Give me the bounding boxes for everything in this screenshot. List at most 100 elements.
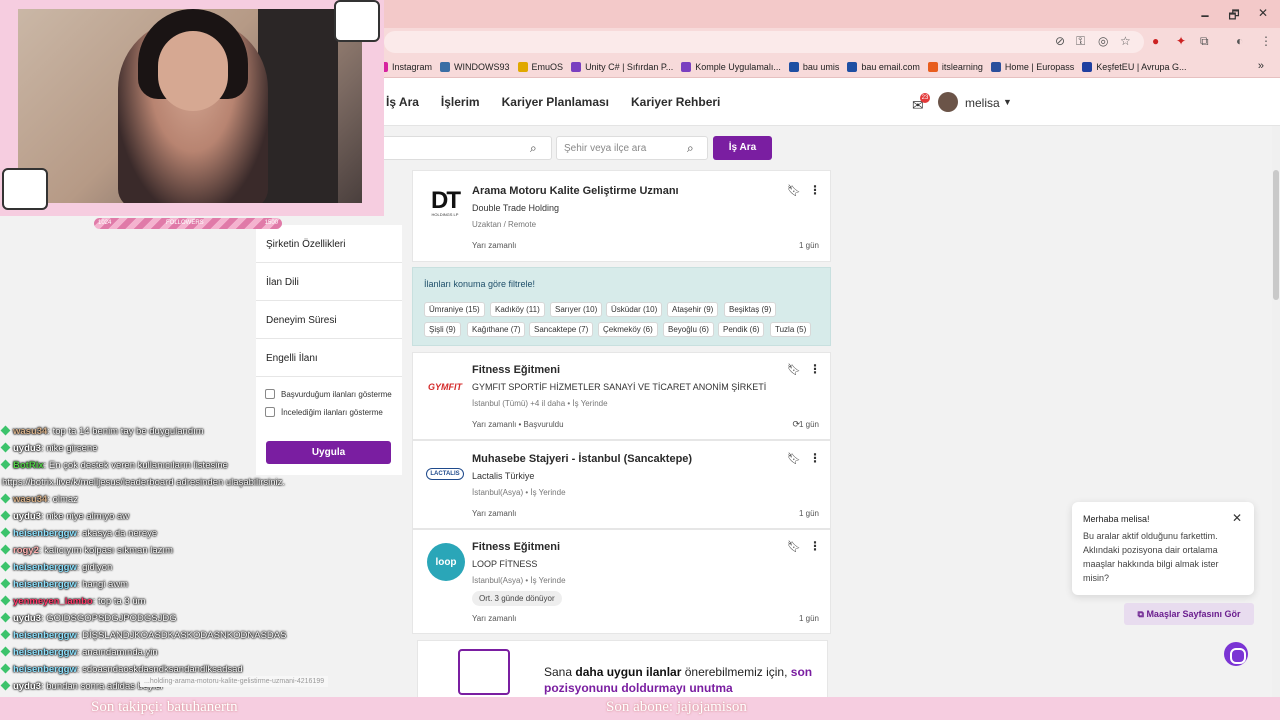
chat-username[interactable]: yenmeyen_lambo — [13, 596, 93, 607]
bookmark-item[interactable]: WINDOWS93 — [440, 61, 510, 72]
job-card[interactable]: DT HOLDINGS LP Arama Motoru Kalite Geliş… — [412, 170, 831, 262]
scroll-thumb[interactable] — [1273, 170, 1279, 300]
location-chip[interactable]: Kağıthane (7) — [467, 322, 526, 337]
key-icon[interactable]: ⚿ — [1076, 34, 1085, 49]
nav-islerim[interactable]: İşlerim — [441, 95, 480, 109]
bookmark-item[interactable]: itslearning — [927, 61, 983, 72]
location-chip[interactable]: Kadıköy (11) — [490, 302, 545, 317]
checkbox[interactable] — [265, 407, 275, 417]
company-name[interactable]: Lactalis Türkiye — [472, 471, 534, 481]
job-title[interactable]: Fitness Eğitmeni — [472, 541, 560, 553]
menu-dots-icon[interactable]: ⋮ — [1260, 34, 1272, 48]
bookmark-item[interactable]: Instagram — [378, 61, 432, 72]
profile-icon[interactable]: ◐ — [1236, 34, 1243, 48]
checkbox-hide-viewed[interactable]: İncelediğim ilanları gösterme — [265, 407, 383, 417]
chat-username[interactable]: heisenberggw — [13, 664, 77, 675]
pixel-cat-icon — [334, 0, 380, 42]
location-chip[interactable]: Üsküdar (10) — [606, 302, 663, 317]
close-window-icon[interactable]: ✕ — [1248, 6, 1278, 20]
chat-username[interactable]: uydu3 — [13, 511, 41, 522]
chat-username[interactable]: heisenberggw — [13, 579, 77, 590]
more-options-icon[interactable]: ⋮ — [809, 362, 821, 376]
job-title[interactable]: Muhasebe Stajyeri - İstanbul (Sancaktepe… — [472, 453, 692, 465]
promo-link[interactable]: pozisyonunu doldurmayı unutma — [544, 681, 733, 695]
more-options-icon[interactable]: ⋮ — [809, 451, 821, 465]
chat-username[interactable]: heisenberggw — [13, 647, 77, 658]
salary-page-button[interactable]: ⧉ Maaşlar Sayfasını Gör — [1124, 603, 1254, 625]
minimize-icon[interactable]: 🗕 — [1190, 6, 1220, 27]
location-chip[interactable]: Şişli (9) — [424, 322, 461, 337]
close-icon[interactable]: ✕ — [1232, 511, 1242, 525]
chat-username[interactable]: heisenberggw — [13, 562, 77, 573]
chat-username[interactable]: heisenberggw — [13, 528, 77, 539]
checkbox-hide-applied[interactable]: Başvurduğum ilanları gösterme — [265, 389, 392, 399]
bookmarks-more-icon[interactable]: » — [1258, 60, 1264, 72]
bookmark-icon[interactable]: 🔖︎ — [787, 540, 801, 553]
username[interactable]: melisa — [965, 96, 1000, 110]
chat-assistant-icon[interactable] — [1224, 642, 1248, 666]
nav-is-ara[interactable]: İş Ara — [386, 95, 419, 109]
hidden-icon[interactable]: ◎ — [1098, 34, 1108, 48]
company-name[interactable]: LOOP FİTNESS — [472, 559, 537, 569]
keyword-input[interactable] — [384, 136, 552, 160]
filter-disabled[interactable]: Engelli İlanı — [256, 339, 402, 377]
filter-experience[interactable]: Deneyim Süresi — [256, 301, 402, 339]
chat-username[interactable]: uydu3 — [13, 681, 41, 692]
chat-username[interactable]: uydu3 — [13, 443, 41, 454]
checkbox[interactable] — [265, 389, 275, 399]
location-chip[interactable]: Sancaktepe (7) — [529, 322, 594, 337]
search-icon[interactable]: ⌕ — [530, 141, 537, 156]
location-input[interactable]: Şehir veya ilçe ara — [556, 136, 708, 160]
bookmark-icon[interactable]: 🔖︎ — [787, 184, 801, 197]
bookmark-item[interactable]: bau email.com — [847, 61, 920, 72]
search-icon[interactable]: ⌕ — [687, 141, 694, 156]
chat-username[interactable]: wasu34 — [13, 426, 47, 437]
bookmark-item[interactable]: Unity C# | Sıfırdan P... — [571, 61, 673, 72]
more-options-icon[interactable]: ⋮ — [809, 183, 821, 197]
location-chip[interactable]: Beyoğlu (6) — [663, 322, 714, 337]
bookmark-item[interactable]: Home | Europass — [990, 61, 1074, 72]
nav-kariyer-rehberi[interactable]: Kariyer Rehberi — [631, 95, 720, 109]
location-chip[interactable]: Çekmeköy (6) — [598, 322, 658, 337]
job-title[interactable]: Arama Motoru Kalite Geliştirme Uzmanı — [472, 185, 679, 197]
extension-icon[interactable]: ● — [1152, 34, 1159, 48]
nav-kariyer-planlamasi[interactable]: Kariyer Planlaması — [502, 95, 609, 109]
url-field[interactable] — [384, 31, 1144, 53]
bookmark-item[interactable]: bau umis — [788, 61, 839, 72]
job-card[interactable]: LACTALIS Muhasebe Stajyeri - İstanbul (S… — [412, 440, 831, 529]
apply-button[interactable]: Uygula — [266, 441, 391, 464]
job-title[interactable]: Fitness Eğitmeni — [472, 364, 560, 376]
chat-username[interactable]: rogy2 — [13, 545, 39, 556]
star-icon[interactable]: ☆ — [1120, 34, 1131, 48]
location-chip[interactable]: Ümraniye (15) — [424, 302, 485, 317]
job-card[interactable]: loop Fitness Eğitmeni LOOP FİTNESS İstan… — [412, 529, 831, 634]
job-card[interactable]: GYMFIT Fitness Eğitmeni GYMFIT SPORTİF H… — [412, 352, 831, 440]
filter-listing-language[interactable]: İlan Dili — [256, 263, 402, 301]
search-button[interactable]: İş Ara — [713, 136, 772, 160]
bookmark-item[interactable]: Komple Uygulamalı... — [681, 61, 781, 72]
eye-off-icon[interactable]: ⊘ — [1055, 34, 1065, 48]
bookmark-icon[interactable]: 🔖︎ — [787, 452, 801, 465]
company-name[interactable]: Double Trade Holding — [472, 203, 559, 213]
more-options-icon[interactable]: ⋮ — [809, 539, 821, 553]
chat-username[interactable]: wasu34 — [13, 494, 47, 505]
chat-text: : GOIDSGOPSDGJPODGSJDG — [40, 613, 177, 624]
location-chip[interactable]: Tuzla (5) — [770, 322, 812, 337]
filter-company-features[interactable]: Şirketin Özellikleri — [256, 225, 402, 263]
chat-username[interactable]: BotRix — [13, 460, 44, 471]
extension-tp-icon[interactable]: ✦ — [1176, 34, 1186, 48]
bookmark-icon[interactable]: 🔖︎ — [787, 363, 801, 376]
bookmark-item[interactable]: EmuOS — [517, 61, 563, 72]
puzzle-icon[interactable]: ⧉ — [1200, 34, 1209, 49]
chat-username[interactable]: heisenberggw — [13, 630, 77, 641]
avatar[interactable] — [938, 92, 958, 112]
location-chip[interactable]: Sarıyer (10) — [550, 302, 603, 317]
bookmark-item[interactable]: KeşfetEU | Avrupa G... — [1082, 61, 1187, 72]
location-chip[interactable]: Pendik (6) — [718, 322, 765, 337]
chevron-down-icon[interactable]: ▼ — [1003, 97, 1012, 107]
location-chip[interactable]: Ataşehir (9) — [667, 302, 719, 317]
company-name[interactable]: GYMFIT SPORTİF HİZMETLER SANAYİ VE TİCAR… — [472, 382, 766, 392]
chat-username[interactable]: uydu3 — [13, 613, 41, 624]
maximize-icon[interactable]: 🗗 — [1219, 6, 1249, 27]
location-chip[interactable]: Beşiktaş (9) — [724, 302, 777, 317]
